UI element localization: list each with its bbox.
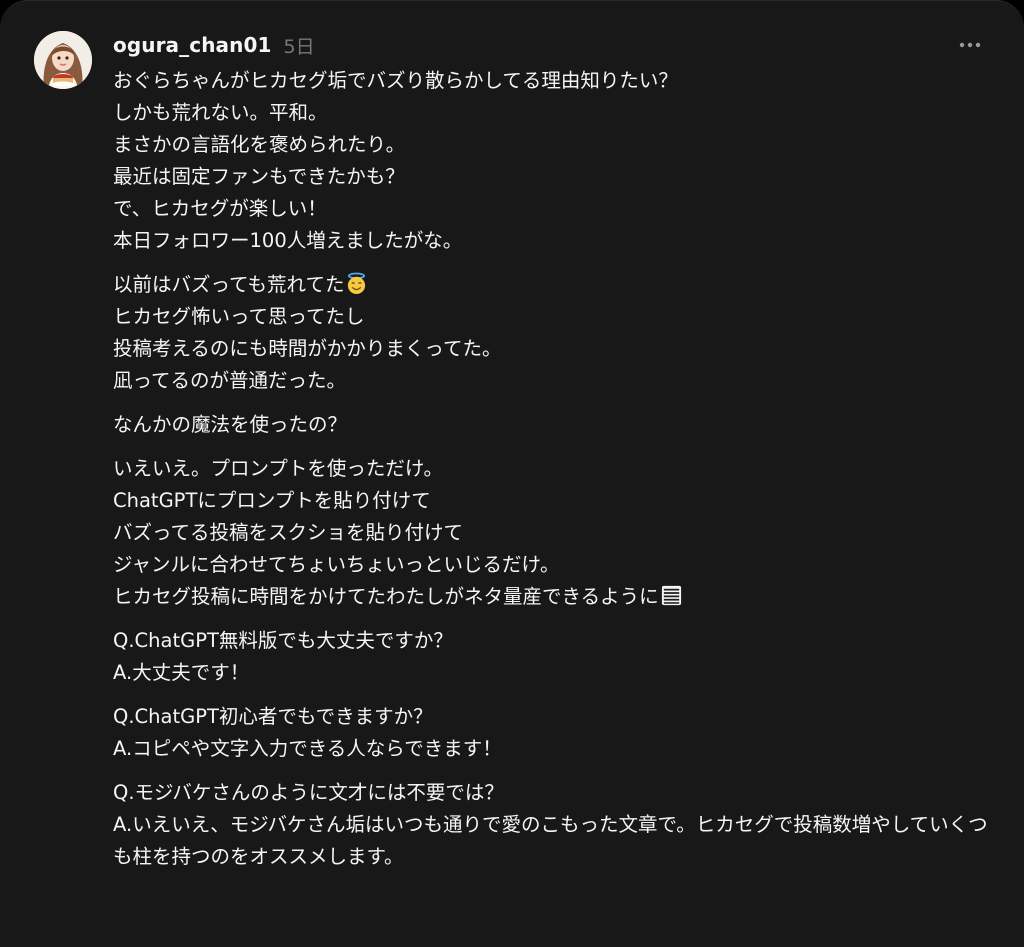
text-line: A.いえいえ、モジバケさん垢はいつも通りで愛のこもった文章で。ヒカセグで投稿数増… (113, 813, 988, 868)
thread-post-card: ogura_chan01 5日 おぐらちゃんがヒカセグ垢でバズり散らかしてる理由… (0, 0, 1024, 947)
post-header: ogura_chan01 5日 (113, 29, 315, 61)
text-line: ジャンルに合わせてちょいちょいっといじるだけ。 (113, 553, 560, 576)
text-line: 凪ってるのが普通だった。 (113, 369, 347, 392)
paragraph: Q.モジバケさんのように文才には不要では？ A.いえいえ、モジバケさん垢はいつも… (113, 777, 993, 873)
text-line: ヒカセグ投稿に時間をかけてたわたしがネタ量産できるように (113, 581, 993, 613)
text-line: 本日フォロワー100人増えましたがな。 (113, 229, 463, 252)
paragraph: おぐらちゃんがヒカセグ垢でバズり散らかしてる理由知りたい？ しかも荒れない。平和… (113, 65, 993, 257)
post-body: おぐらちゃんがヒカセグ垢でバズり散らかしてる理由知りたい？ しかも荒れない。平和… (113, 65, 993, 885)
paragraph: いえいえ。プロンプトを使っただけ。 ChatGPTにプロンプトを貼り付けて バズ… (113, 453, 993, 613)
text-line: 以前はバズっても荒れてた (113, 269, 993, 301)
post-timestamp[interactable]: 5日 (284, 32, 315, 59)
text-line: しかも荒れない。平和。 (113, 101, 328, 124)
pencil-memo-icon (661, 585, 681, 606)
paragraph: 以前はバズっても荒れてた ヒカセグ怖いって思ってたし 投稿考えるのにも時間がかか… (113, 269, 993, 397)
text-line: で、ヒカセグが楽しい！ (113, 197, 327, 220)
text-line: 投稿考えるのにも時間がかかりまくってた。 (113, 337, 502, 360)
more-options-button[interactable] (950, 29, 990, 61)
paragraph: なんかの魔法を使ったの？ (113, 409, 993, 441)
text-line: Q.ChatGPT無料版でも大丈夫ですか？ (113, 629, 453, 652)
paragraph: Q.ChatGPT無料版でも大丈夫ですか？ A.大丈夫です！ (113, 625, 993, 689)
text-line: バズってる投稿をスクショを貼り付けて (113, 521, 464, 544)
text-line: Q.ChatGPT初心者でもできますか？ (113, 705, 433, 728)
text-line: A.大丈夫です！ (113, 661, 250, 684)
text-line: なんかの魔法を使ったの？ (113, 413, 348, 436)
avatar-photo-icon (34, 31, 92, 89)
text-line: Q.モジバケさんのように文才には不要では？ (113, 781, 504, 804)
text-line: A.コピペや文字入力できる人ならできます！ (113, 737, 502, 760)
text-line: 最近は固定ファンもできたかも？ (113, 165, 405, 188)
text-line: ChatGPTにプロンプトを貼り付けて (113, 489, 431, 512)
avatar[interactable] (34, 31, 92, 89)
text-line: おぐらちゃんがヒカセグ垢でバズり散らかしてる理由知りたい？ (113, 69, 678, 92)
text-line: ヒカセグ怖いって思ってたし (113, 305, 365, 328)
username[interactable]: ogura_chan01 (113, 33, 272, 57)
smiling-face-with-halo-icon (348, 272, 366, 295)
ellipsis-icon (959, 42, 981, 48)
paragraph: Q.ChatGPT初心者でもできますか？ A.コピペや文字入力できる人ならできま… (113, 701, 993, 765)
text-line-content: ヒカセグ投稿に時間をかけてたわたしがネタ量産できるように (113, 585, 659, 608)
text-line: まさかの言語化を褒められたり。 (113, 133, 406, 156)
text-line-content: 以前はバズっても荒れてた (113, 273, 345, 296)
text-line: いえいえ。プロンプトを使っただけ。 (113, 457, 443, 480)
